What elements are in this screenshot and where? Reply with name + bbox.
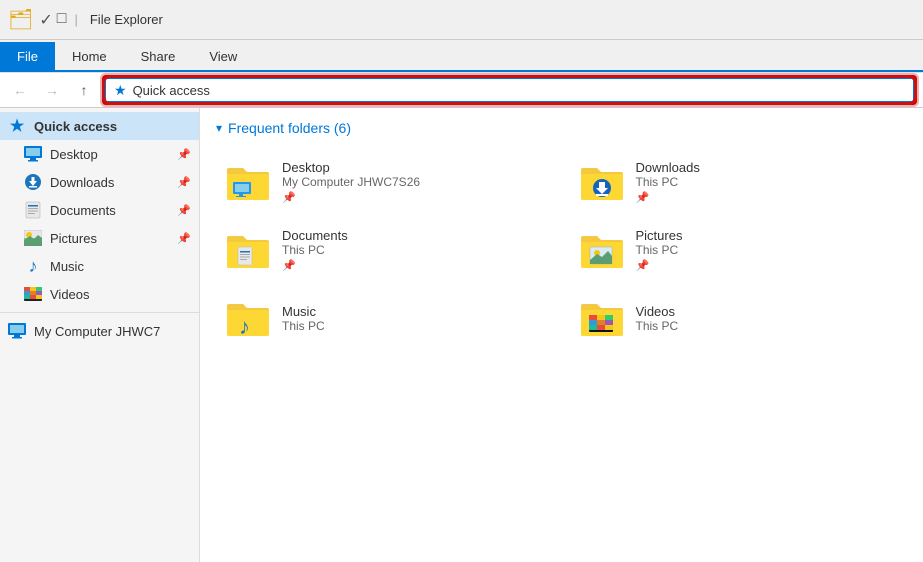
folder-documents-icon	[224, 228, 272, 272]
sidebar: ★ Quick access Desktop 📌	[0, 108, 200, 562]
checkmark-icon[interactable]: ✓	[39, 10, 52, 30]
sidebar-divider	[0, 312, 199, 313]
sidebar-item-my-computer[interactable]: My Computer JHWC7	[0, 317, 199, 345]
folder-pictures-icon	[578, 228, 626, 272]
downloads-icon	[24, 173, 42, 191]
app-icon: 🗂	[8, 7, 33, 32]
back-button[interactable]: ←	[8, 78, 32, 102]
folder-downloads-icon	[578, 160, 626, 204]
pin-icon-pictures: 📌	[177, 232, 191, 245]
folder-pictures-sub: This PC	[636, 243, 683, 257]
section-title-text: Frequent folders (6)	[228, 120, 351, 136]
sidebar-videos-label: Videos	[50, 287, 90, 302]
sidebar-desktop-label: Desktop	[50, 147, 98, 162]
documents-icon	[24, 201, 42, 219]
folder-desktop[interactable]: Desktop My Computer JHWC7S26 📌	[216, 152, 554, 212]
folder-desktop-icon	[224, 160, 272, 204]
sidebar-item-downloads[interactable]: Downloads 📌	[0, 168, 199, 196]
folder-music-sub: This PC	[282, 319, 325, 333]
folder-videos-name: Videos	[636, 304, 679, 319]
folder-downloads-name: Downloads	[636, 160, 700, 175]
folder-videos[interactable]: Videos This PC	[570, 288, 908, 348]
folder-downloads-info: Downloads This PC 📌	[636, 160, 700, 204]
folder-desktop-sub: My Computer JHWC7S26	[282, 175, 420, 189]
highlight-ring	[102, 75, 917, 105]
tab-share[interactable]: Share	[124, 42, 193, 70]
folder-videos-sub: This PC	[636, 319, 679, 333]
tab-file[interactable]: File	[0, 42, 55, 70]
folder-documents-name: Documents	[282, 228, 348, 243]
chevron-icon: ▾	[216, 121, 222, 135]
folder-music-info: Music This PC	[282, 304, 325, 333]
sidebar-music-label: Music	[50, 259, 84, 274]
folder-documents-info: Documents This PC 📌	[282, 228, 348, 272]
ribbon-tabs: File Home Share View	[0, 40, 923, 72]
music-icon: ♪	[24, 257, 42, 275]
videos-icon	[24, 285, 42, 303]
desktop-icon	[24, 145, 42, 163]
pin-icon-desktop: 📌	[177, 148, 191, 161]
folder-documents-sub: This PC	[282, 243, 348, 257]
folder-pictures-info: Pictures This PC 📌	[636, 228, 683, 272]
content-panel: ▾ Frequent folders (6) Desktop	[200, 108, 923, 562]
up-button[interactable]: ↑	[72, 78, 96, 102]
folder-documents[interactable]: Documents This PC 📌	[216, 220, 554, 280]
pin-icon-documents: 📌	[177, 204, 191, 217]
sidebar-item-documents[interactable]: Documents 📌	[0, 196, 199, 224]
tab-home[interactable]: Home	[55, 42, 124, 70]
document-icon[interactable]: □	[57, 10, 67, 30]
sidebar-documents-label: Documents	[50, 203, 116, 218]
folder-pictures-pin: 📌	[636, 259, 683, 272]
address-text: Quick access	[133, 83, 210, 98]
app-title: File Explorer	[90, 12, 163, 27]
main-area: ★ Quick access Desktop 📌	[0, 108, 923, 562]
svg-text:♪: ♪	[239, 314, 250, 338]
quick-access-toolbar: ✓ □	[39, 10, 66, 30]
title-bar: 🗂 ✓ □ | File Explorer	[0, 0, 923, 40]
folder-documents-pin: 📌	[282, 259, 348, 272]
address-input[interactable]: ★ Quick access	[104, 77, 915, 103]
sidebar-item-desktop[interactable]: Desktop 📌	[0, 140, 199, 168]
address-bar: ← → ↑ ★ Quick access	[0, 72, 923, 108]
pictures-icon	[24, 229, 42, 247]
sidebar-downloads-label: Downloads	[50, 175, 114, 190]
forward-button[interactable]: →	[40, 78, 64, 102]
star-icon: ★	[8, 117, 26, 135]
sidebar-item-quick-access[interactable]: ★ Quick access	[0, 112, 199, 140]
folder-desktop-name: Desktop	[282, 160, 420, 175]
sidebar-item-music[interactable]: ♪ Music	[0, 252, 199, 280]
folder-videos-icon	[578, 296, 626, 340]
folder-pictures-name: Pictures	[636, 228, 683, 243]
sidebar-quick-access-label: Quick access	[34, 119, 117, 134]
folder-music-icon: ♪	[224, 296, 272, 340]
folder-downloads-sub: This PC	[636, 175, 700, 189]
folder-videos-info: Videos This PC	[636, 304, 679, 333]
folder-pictures[interactable]: Pictures This PC 📌	[570, 220, 908, 280]
folder-downloads-pin: 📌	[636, 191, 700, 204]
sidebar-pictures-label: Pictures	[50, 231, 97, 246]
folder-desktop-pin: 📌	[282, 191, 420, 204]
folder-desktop-info: Desktop My Computer JHWC7S26 📌	[282, 160, 420, 204]
address-star-icon: ★	[114, 82, 127, 99]
pin-icon-downloads: 📌	[177, 176, 191, 189]
folder-music[interactable]: ♪ Music This PC	[216, 288, 554, 348]
folders-grid: Desktop My Computer JHWC7S26 📌	[216, 152, 907, 348]
separator: |	[74, 12, 77, 27]
frequent-folders-header[interactable]: ▾ Frequent folders (6)	[216, 120, 907, 136]
sidebar-item-pictures[interactable]: Pictures 📌	[0, 224, 199, 252]
computer-icon	[8, 322, 26, 340]
tab-view[interactable]: View	[192, 42, 254, 70]
sidebar-computer-label: My Computer JHWC7	[34, 324, 160, 339]
folder-downloads[interactable]: Downloads This PC 📌	[570, 152, 908, 212]
folder-music-name: Music	[282, 304, 325, 319]
sidebar-item-videos[interactable]: Videos	[0, 280, 199, 308]
